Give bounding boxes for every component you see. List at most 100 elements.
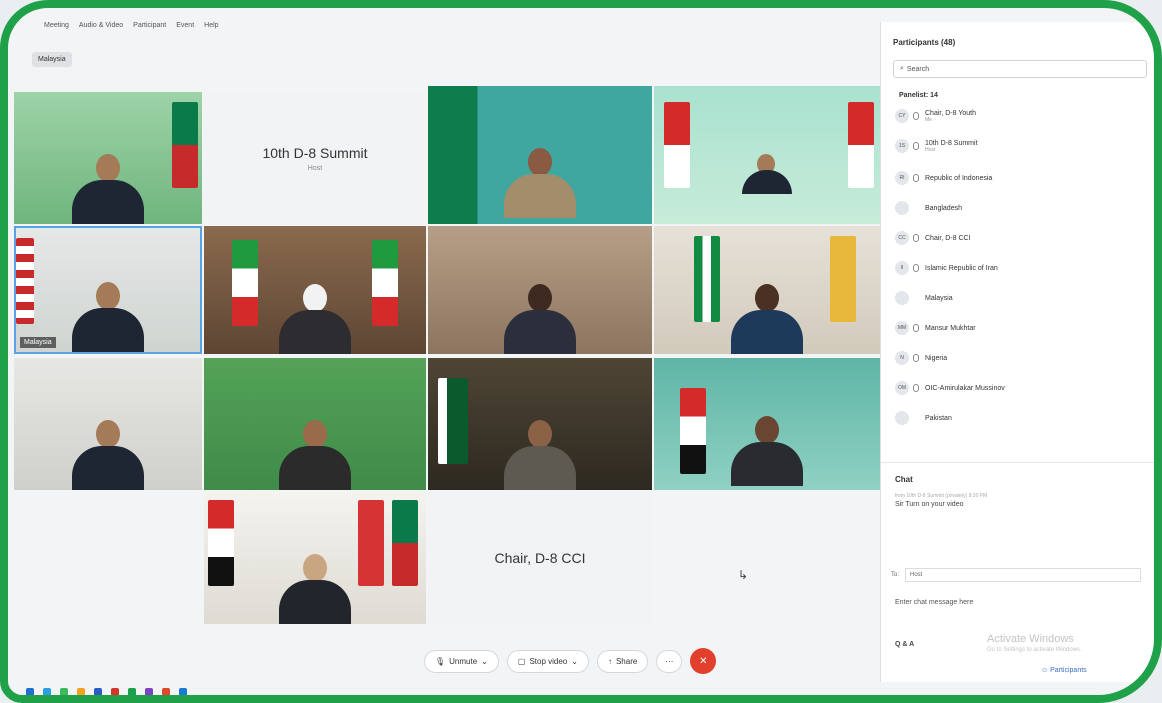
avatar: RI bbox=[895, 171, 909, 185]
mic-icon[interactable] bbox=[913, 384, 919, 392]
mic-icon[interactable] bbox=[913, 204, 919, 212]
participant-name: Republic of Indonesia bbox=[925, 174, 993, 182]
taskbar-app-icon[interactable] bbox=[60, 688, 68, 695]
participant-row[interactable]: N Nigeria bbox=[895, 348, 1145, 368]
menu-event[interactable]: Event bbox=[176, 22, 194, 29]
participant-name: Nigeria bbox=[925, 354, 948, 362]
stop-video-label: Stop video bbox=[529, 656, 568, 666]
mic-icon[interactable] bbox=[913, 294, 919, 302]
participant-row[interactable]: OM OIC-Amirulakar Mussinov bbox=[895, 378, 1145, 398]
menu-help[interactable]: Help bbox=[204, 22, 218, 29]
video-tile-7[interactable] bbox=[428, 226, 652, 354]
menu-participant[interactable]: Participant bbox=[133, 22, 166, 29]
taskbar bbox=[8, 686, 426, 695]
participant-name: Pakistan bbox=[925, 414, 952, 422]
view-tag[interactable]: Malaysia bbox=[32, 52, 72, 67]
chat-title[interactable]: Chat bbox=[895, 475, 913, 484]
avatar: OM bbox=[895, 381, 909, 395]
panelist-group-header[interactable]: Panelist: 14 bbox=[899, 92, 938, 99]
mic-icon[interactable] bbox=[913, 324, 919, 332]
chevron-down-icon[interactable]: ⌄ bbox=[481, 657, 488, 666]
participant-row[interactable]: RI Republic of Indonesia bbox=[895, 168, 1145, 188]
menu-bar: Meeting Audio & Video Participant Event … bbox=[44, 22, 219, 29]
share-label: Share bbox=[615, 656, 638, 666]
mic-icon[interactable] bbox=[913, 234, 919, 242]
participants-panel: Participants (48) ⌕ Search Panelist: 14 C… bbox=[880, 22, 1154, 682]
qa-section-header[interactable]: Q & A bbox=[895, 641, 914, 648]
taskbar-app-icon[interactable] bbox=[77, 688, 85, 695]
video-tile-10[interactable] bbox=[204, 358, 426, 490]
video-tile-chair-cci[interactable]: Chair, D-8 CCI bbox=[428, 492, 652, 624]
menu-audio-video[interactable]: Audio & Video bbox=[79, 22, 123, 29]
search-placeholder: Search bbox=[906, 65, 930, 73]
video-camera-icon: ▢ bbox=[517, 656, 526, 666]
meeting-controls: 🎙︎ Unmute ⌄ ▢ Stop video ⌄ ↑ Share ⋯ ✕ bbox=[424, 648, 717, 674]
video-tile-4[interactable] bbox=[654, 86, 880, 224]
mic-icon[interactable] bbox=[913, 112, 919, 120]
participant-row[interactable]: Bangladesh bbox=[895, 198, 1145, 218]
video-tile-12[interactable] bbox=[654, 358, 880, 490]
participant-row[interactable]: CC Chair, D-8 CCI bbox=[895, 228, 1145, 248]
participant-row[interactable]: 1S 10th D-8 Summit Host bbox=[895, 136, 1145, 156]
unmute-button[interactable]: 🎙︎ Unmute ⌄ bbox=[424, 649, 499, 673]
mouse-cursor-icon: ↳ bbox=[738, 568, 749, 582]
video-tile-6[interactable] bbox=[204, 226, 426, 354]
avatar bbox=[895, 411, 909, 425]
video-tile-9[interactable] bbox=[14, 358, 202, 490]
unmute-label: Unmute bbox=[449, 656, 478, 666]
participant-name: Bangladesh bbox=[925, 204, 962, 212]
tile-name: Chair, D-8 CCI bbox=[494, 550, 586, 566]
chat-recipient: To: Host bbox=[891, 568, 1142, 582]
participant-row[interactable]: CY Chair, D-8 Youth Me bbox=[895, 106, 1145, 126]
participant-row[interactable]: Malaysia bbox=[895, 288, 1145, 308]
tile-role: Host bbox=[307, 164, 323, 172]
participant-row[interactable]: II Islamic Republic of Iran bbox=[895, 258, 1145, 278]
to-label: To: bbox=[891, 572, 900, 578]
mic-icon[interactable] bbox=[913, 354, 919, 362]
recipient-select[interactable]: Host bbox=[905, 568, 1142, 582]
participants-title[interactable]: Participants (48) bbox=[893, 38, 955, 47]
menu-meeting[interactable]: Meeting bbox=[44, 22, 69, 29]
avatar: N bbox=[895, 351, 909, 365]
chat-meta: from 10th D-8 Summit (privately) 9:20 PM bbox=[895, 493, 988, 499]
video-tile-host[interactable]: 10th D-8 Summit Host bbox=[204, 92, 426, 224]
people-icon: ☺ bbox=[1041, 667, 1051, 674]
participants-search-input[interactable]: ⌕ Search bbox=[893, 60, 1147, 78]
taskbar-app-icon[interactable] bbox=[162, 688, 170, 695]
video-tile-11[interactable] bbox=[428, 358, 652, 490]
taskbar-app-icon[interactable] bbox=[128, 688, 136, 695]
avatar: CC bbox=[895, 231, 909, 245]
participant-name: Malaysia bbox=[925, 294, 953, 302]
stop-video-button[interactable]: ▢ Stop video ⌄ bbox=[506, 649, 589, 673]
taskbar-app-icon[interactable] bbox=[145, 688, 153, 695]
video-tile-malaysia[interactable]: Malaysia bbox=[14, 226, 202, 354]
video-tile-3[interactable] bbox=[428, 86, 652, 224]
taskbar-app-icon[interactable] bbox=[179, 688, 187, 695]
taskbar-app-icon[interactable] bbox=[43, 688, 51, 695]
chat-input[interactable]: Enter chat message here bbox=[891, 593, 1145, 623]
more-options-button[interactable]: ⋯ bbox=[656, 649, 683, 673]
chevron-down-icon[interactable]: ⌄ bbox=[571, 657, 578, 666]
video-tile-8[interactable] bbox=[654, 226, 880, 354]
participant-row[interactable]: MM Mansur Mukhtar bbox=[895, 318, 1145, 338]
taskbar-app-icon[interactable] bbox=[26, 688, 34, 695]
avatar: 1S bbox=[895, 139, 909, 153]
mic-icon[interactable] bbox=[913, 264, 919, 272]
participants-button[interactable]: ☺ Participants bbox=[1041, 667, 1087, 674]
end-call-button[interactable]: ✕ bbox=[690, 648, 717, 674]
mic-icon[interactable] bbox=[913, 414, 919, 422]
mic-icon[interactable] bbox=[913, 142, 919, 150]
video-tile-13[interactable] bbox=[204, 492, 426, 624]
taskbar-app-icon[interactable] bbox=[94, 688, 102, 695]
participants-button-label: Participants bbox=[1050, 667, 1087, 674]
video-tile-1[interactable] bbox=[14, 92, 202, 224]
avatar bbox=[895, 201, 909, 215]
taskbar-app-icon[interactable] bbox=[111, 688, 119, 695]
mic-icon[interactable] bbox=[913, 174, 919, 182]
avatar: II bbox=[895, 261, 909, 275]
participant-name: Mansur Mukhtar bbox=[925, 324, 976, 332]
participant-row[interactable]: Pakistan bbox=[895, 408, 1145, 428]
avatar bbox=[895, 291, 909, 305]
participant-name: Islamic Republic of Iran bbox=[925, 264, 998, 272]
share-button[interactable]: ↑ Share bbox=[596, 649, 649, 673]
